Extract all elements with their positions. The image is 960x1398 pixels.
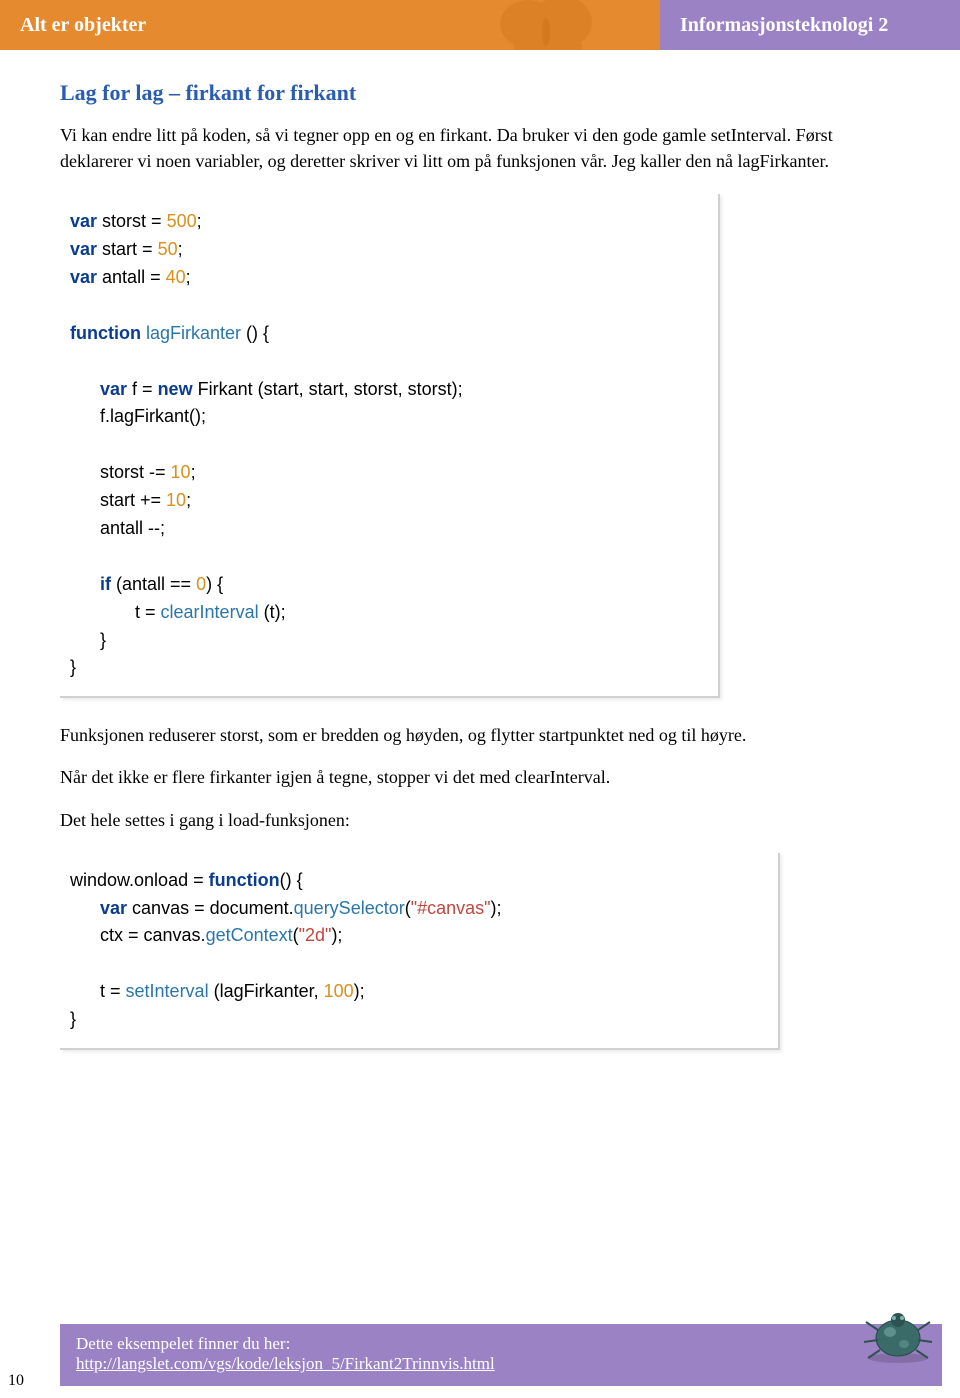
code-id: canvas = document.	[127, 898, 294, 918]
paragraph-3: Når det ikke er flere firkanter igjen å …	[60, 764, 900, 790]
code-id: storst -=	[70, 462, 171, 482]
bug-icon	[860, 1308, 936, 1364]
code-block-1: var storst = 500; var start = 50; var an…	[60, 194, 720, 698]
code-op: =	[151, 211, 167, 231]
code-id: (t);	[259, 602, 286, 622]
footer-text: Dette eksempelet finner du her:	[76, 1334, 926, 1354]
code-num: 10	[166, 490, 186, 510]
code-line: antall --;	[70, 518, 165, 538]
code-op: ;	[178, 239, 183, 259]
code-kw: function	[70, 323, 141, 343]
code-id: Firkant (start, start, storst, storst);	[193, 379, 463, 399]
footer-link[interactable]: http://langslet.com/vgs/kode/leksjon_5/F…	[76, 1354, 495, 1373]
code-id: t =	[70, 602, 161, 622]
header-bar: Alt er objekter Informasjonsteknologi 2	[0, 0, 960, 50]
code-op: );	[354, 981, 365, 1001]
code-op: ;	[186, 490, 191, 510]
section-title: Lag for lag – firkant for firkant	[60, 80, 900, 106]
code-kw: var	[70, 239, 97, 259]
code-num: 500	[167, 211, 197, 231]
header-right: Informasjonsteknologi 2	[660, 0, 960, 50]
code-op: =	[150, 267, 166, 287]
paragraph-4: Det hele settes i gang i load-funksjonen…	[60, 807, 900, 833]
code-line: f.lagFirkant();	[70, 406, 206, 426]
code-kw: var	[100, 898, 127, 918]
code-kw: var	[70, 211, 97, 231]
code-op: () {	[246, 323, 269, 343]
code-line: }	[70, 630, 106, 650]
code-kw: var	[100, 379, 127, 399]
code-num: 10	[171, 462, 191, 482]
code-op: =	[142, 239, 158, 259]
code-id: antall	[97, 267, 150, 287]
paragraph-2: Funksjonen reduserer storst, som er bred…	[60, 722, 900, 748]
paragraph-1: Vi kan endre litt på koden, så vi tegner…	[60, 122, 900, 174]
code-fn: clearInterval	[161, 602, 259, 622]
code-kw: function	[209, 870, 280, 890]
butterfly-graphic	[490, 0, 600, 50]
code-line: }	[70, 1009, 76, 1029]
code-id: start	[97, 239, 142, 259]
code-op: ;	[191, 462, 196, 482]
code-op: () {	[280, 870, 303, 890]
header-right-text: Informasjonsteknologi 2	[680, 14, 888, 37]
header-left-text: Alt er objekter	[20, 14, 146, 37]
code-id: t =	[70, 981, 126, 1001]
code-num: 0	[196, 574, 206, 594]
code-str: "2d"	[299, 925, 332, 945]
code-kw: var	[70, 267, 97, 287]
code-fn: getContext	[206, 925, 293, 945]
code-id: start +=	[70, 490, 166, 510]
page-number: 10	[8, 1372, 24, 1390]
code-fn: setInterval	[126, 981, 209, 1001]
footer-box: Dette eksempelet finner du her: http://l…	[60, 1324, 942, 1386]
code-kw: new	[158, 379, 193, 399]
code-id: f =	[127, 379, 158, 399]
code-kw: if	[100, 574, 111, 594]
code-op: ) {	[206, 574, 223, 594]
header-left: Alt er objekter	[0, 0, 660, 50]
code-op: );	[491, 898, 502, 918]
code-id: (antall ==	[111, 574, 196, 594]
code-num: 100	[324, 981, 354, 1001]
code-fn: lagFirkanter	[141, 323, 246, 343]
code-op: );	[331, 925, 342, 945]
code-line: }	[70, 657, 76, 677]
code-op: ;	[197, 211, 202, 231]
code-block-2: window.onload = function() { var canvas …	[60, 853, 780, 1050]
code-op: ;	[186, 267, 191, 287]
code-num: 40	[166, 267, 186, 287]
code-fn: querySelector	[294, 898, 405, 918]
code-id: window.onload =	[70, 870, 209, 890]
code-id: storst	[97, 211, 151, 231]
content-area: Lag for lag – firkant for firkant Vi kan…	[0, 50, 960, 1050]
code-id: ctx = canvas.	[70, 925, 206, 945]
code-id: (lagFirkanter,	[209, 981, 324, 1001]
code-num: 50	[158, 239, 178, 259]
code-str: "#canvas"	[411, 898, 491, 918]
